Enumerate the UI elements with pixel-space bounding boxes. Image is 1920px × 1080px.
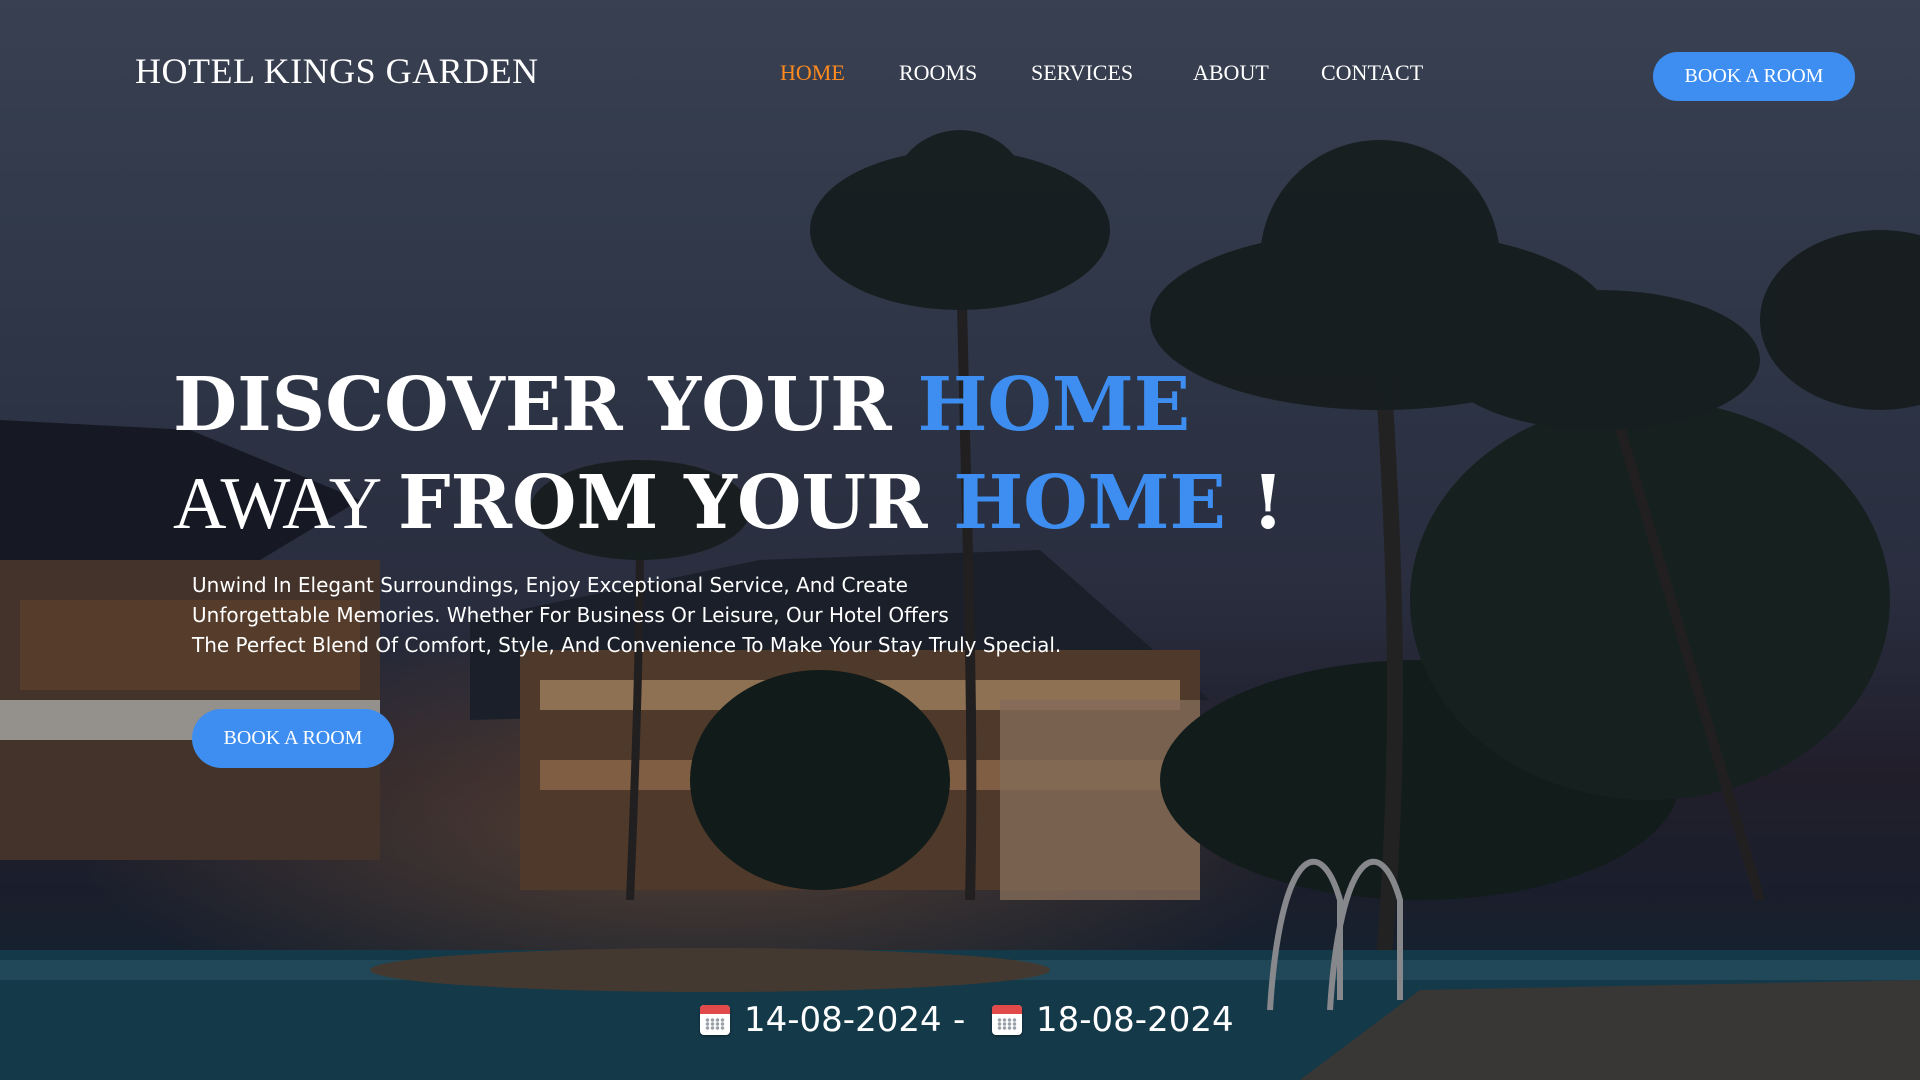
- headline-accent: HOME: [953, 460, 1226, 546]
- date-separator: -: [953, 1000, 966, 1040]
- check-out-date[interactable]: 18-08-2024: [992, 1000, 1234, 1040]
- headline-text: DISCOVER YOUR: [173, 362, 918, 448]
- calendar-icon: [700, 1005, 730, 1035]
- check-in-value: 14-08-2024: [744, 1000, 942, 1040]
- headline-line-2: AWAY FROM YOUR HOME !: [173, 454, 1284, 553]
- headline-text: FROM YOUR: [398, 460, 954, 546]
- hero-description: Unwind In Elegant Surroundings, Enjoy Ex…: [192, 570, 1072, 660]
- check-in-date[interactable]: 14-08-2024: [700, 1000, 942, 1040]
- hero-headline: DISCOVER YOUR HOME AWAY FROM YOUR HOME !: [173, 356, 1284, 553]
- nav-link-home[interactable]: HOME: [780, 60, 845, 86]
- headline-accent: HOME: [917, 362, 1191, 448]
- nav-link-about[interactable]: ABOUT: [1193, 60, 1269, 86]
- headline-text: !: [1225, 460, 1285, 546]
- description-line: Unforgettable Memories. Whether For Busi…: [192, 603, 949, 627]
- nav-link-rooms[interactable]: ROOMS: [899, 60, 977, 86]
- book-room-nav-button[interactable]: BOOK A ROOM: [1653, 52, 1855, 101]
- description-line: The Perfect Blend Of Comfort, Style, And…: [192, 633, 1062, 657]
- headline-line-1: DISCOVER YOUR HOME: [173, 356, 1284, 454]
- nav-link-contact[interactable]: CONTACT: [1321, 60, 1423, 86]
- headline-text: AWAY: [173, 463, 398, 545]
- nav-link-services[interactable]: SERVICES: [1031, 60, 1133, 86]
- main-nav: HOME ROOMS SERVICES ABOUT CONTACT: [0, 60, 1920, 90]
- description-line: Unwind In Elegant Surroundings, Enjoy Ex…: [192, 573, 908, 597]
- book-room-hero-button[interactable]: BOOK A ROOM: [192, 709, 394, 768]
- check-out-value: 18-08-2024: [1036, 1000, 1234, 1040]
- stay-dates: 14-08-2024 - 18-08-2024: [0, 1000, 1920, 1044]
- hero-section: HOTEL KINGS GARDEN HOME ROOMS SERVICES A…: [0, 0, 1920, 1080]
- calendar-icon: [992, 1005, 1022, 1035]
